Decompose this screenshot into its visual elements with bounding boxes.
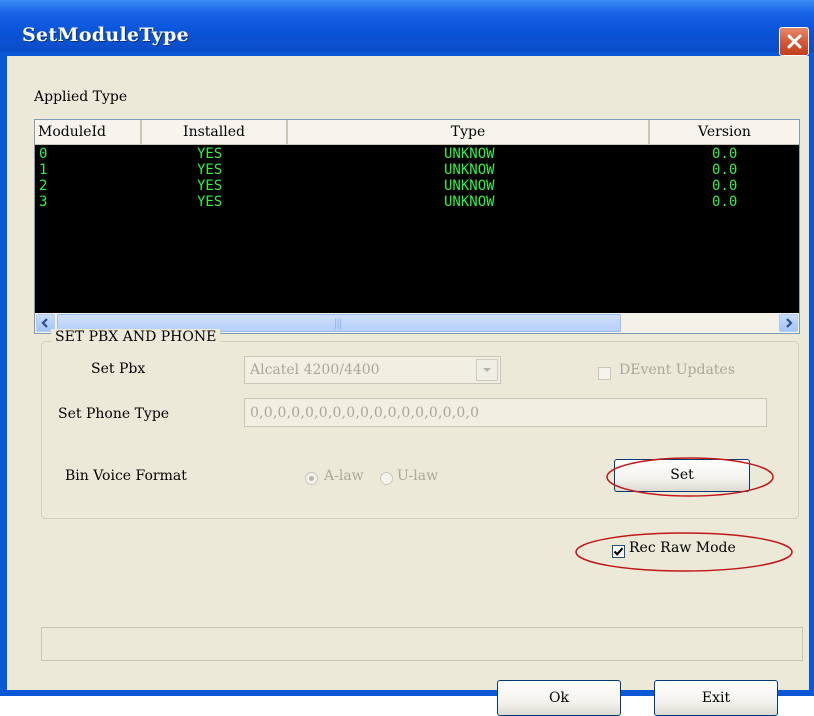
groupbox-legend: SET PBX AND PHONE (51, 329, 221, 345)
column-header-installed[interactable]: Installed (142, 120, 288, 144)
close-icon (787, 34, 802, 49)
window-title: SetModuleType (22, 24, 190, 46)
devent-updates-label: DEvent Updates (619, 362, 735, 378)
alaw-radio[interactable] (305, 472, 318, 485)
cell-installed: YES (197, 194, 223, 210)
set-pbx-combo[interactable]: Alcatel 4200/4400 (244, 356, 501, 384)
title-bar[interactable]: SetModuleType (0, 0, 814, 56)
table-row[interactable]: 2 YES UNKNOW 0.0 (35, 178, 799, 194)
rec-raw-mode-checkbox[interactable] (612, 545, 625, 558)
phone-type-field[interactable]: 0,0,0,0,0,0,0,0,0,0,0,0,0,0,0,0,0 (244, 398, 767, 427)
close-button[interactable] (779, 27, 809, 56)
cell-installed: YES (197, 162, 223, 178)
cell-version: 0.0 (712, 146, 738, 162)
ulaw-radio[interactable] (380, 472, 393, 485)
cell-version: 0.0 (712, 194, 738, 210)
module-list[interactable]: ModuleId Installed Type Version 0 YES UN… (34, 119, 800, 334)
cell-type: UNKNOW (444, 162, 495, 178)
rec-raw-mode-label: Rec Raw Mode (629, 540, 736, 556)
dialog-window: SetModuleType Applied Type ModuleId Inst… (0, 0, 814, 716)
alaw-label: A-law (324, 468, 364, 484)
cell-installed: YES (197, 178, 223, 194)
set-pbx-value: Alcatel 4200/4400 (250, 362, 380, 378)
exit-button[interactable]: Exit (654, 680, 778, 716)
cell-moduleid: 2 (39, 178, 48, 194)
table-row[interactable]: 1 YES UNKNOW 0.0 (35, 162, 799, 178)
check-icon (613, 547, 624, 556)
bin-voice-format-label: Bin Voice Format (65, 468, 187, 484)
set-button[interactable]: Set (614, 459, 750, 492)
column-header-type[interactable]: Type (288, 120, 650, 144)
devent-updates-checkbox[interactable] (598, 367, 611, 380)
cell-type: UNKNOW (444, 194, 495, 210)
list-header: ModuleId Installed Type Version (35, 120, 799, 145)
status-bar (41, 627, 803, 661)
cell-type: UNKNOW (444, 178, 495, 194)
table-row[interactable]: 3 YES UNKNOW 0.0 (35, 194, 799, 210)
cell-version: 0.0 (712, 162, 738, 178)
column-header-moduleid[interactable]: ModuleId (35, 120, 142, 144)
grip-icon: ||| (334, 318, 342, 329)
cell-type: UNKNOW (444, 146, 495, 162)
set-phone-type-label: Set Phone Type (58, 406, 170, 422)
cell-installed: YES (197, 146, 223, 162)
table-row[interactable]: 0 YES UNKNOW 0.0 (35, 146, 799, 162)
scroll-right-button[interactable] (779, 314, 798, 332)
phone-type-value: 0,0,0,0,0,0,0,0,0,0,0,0,0,0,0,0,0 (250, 405, 480, 421)
cell-moduleid: 3 (39, 194, 48, 210)
applied-type-label: Applied Type (34, 89, 128, 105)
ok-button[interactable]: Ok (497, 680, 621, 716)
chevron-right-icon (786, 318, 793, 328)
cell-version: 0.0 (712, 178, 738, 194)
column-header-version[interactable]: Version (650, 120, 799, 144)
chevron-down-icon (483, 368, 491, 372)
cell-moduleid: 1 (39, 162, 48, 178)
ulaw-label: U-law (397, 468, 439, 484)
set-pbx-label: Set Pbx (91, 361, 146, 377)
dialog-body: Applied Type ModuleId Installed Type Ver… (7, 56, 809, 716)
cell-moduleid: 0 (39, 146, 48, 162)
combo-dropdown-button[interactable] (476, 359, 498, 381)
